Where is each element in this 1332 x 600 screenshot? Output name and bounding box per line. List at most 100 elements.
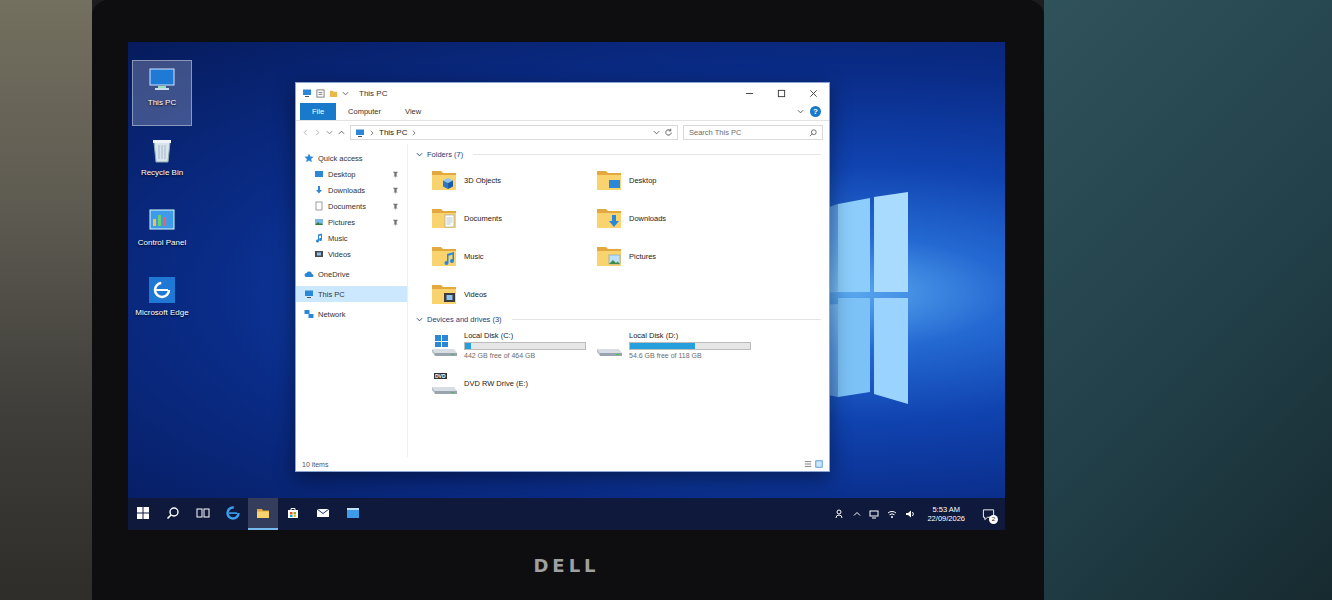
pin-icon[interactable]	[392, 171, 399, 178]
folder-label: 3D Objects	[464, 176, 501, 185]
folder-tile[interactable]: Desktop	[595, 161, 760, 199]
laptop: This PCRecycle BinControl PanelMicrosoft…	[92, 0, 1044, 600]
network-icon[interactable]	[869, 509, 879, 519]
taskbar-button[interactable]	[338, 498, 368, 530]
search-box[interactable]: Search This PC	[683, 125, 823, 140]
folder-tile[interactable]: Music	[430, 237, 595, 275]
downloads-folder-icon	[595, 204, 623, 232]
desktop-icon[interactable]: Microsoft Edge	[132, 270, 192, 336]
desktop-icon[interactable]: Control Panel	[132, 200, 192, 266]
minimize-icon	[745, 89, 754, 98]
drive-free: 442 GB free of 464 GB	[464, 352, 586, 359]
folder-tile[interactable]: Documents	[430, 199, 595, 237]
ribbon-tab[interactable]: View	[393, 103, 433, 120]
taskbar-button[interactable]	[308, 498, 338, 530]
sidebar-item-label: Videos	[328, 250, 351, 259]
desktop-icon-label: Control Panel	[138, 238, 186, 247]
close-icon	[809, 89, 818, 98]
clock[interactable]: 5:53 AM22/09/2026	[923, 505, 969, 524]
taskbar-button[interactable]	[248, 498, 278, 530]
volume-icon[interactable]	[905, 509, 915, 519]
address-bar[interactable]: This PC	[350, 125, 678, 140]
this-pc-icon	[355, 128, 365, 138]
downloads-icon	[314, 185, 324, 195]
back-icon	[302, 129, 309, 136]
taskbar-button[interactable]	[218, 498, 248, 530]
sidebar-item-label: This PC	[318, 290, 345, 299]
action-center-button[interactable]: 2	[977, 500, 999, 528]
collapse-icon	[416, 316, 423, 323]
details-view-icon[interactable]	[804, 460, 812, 468]
sidebar-item[interactable]: Documents	[296, 198, 407, 214]
network-icon	[304, 309, 314, 319]
photo: This PCRecycle BinControl PanelMicrosoft…	[0, 0, 1332, 600]
address-row: This PC Search This PC	[296, 121, 829, 144]
maximize-button[interactable]	[765, 83, 797, 103]
videos-folder-icon	[430, 280, 458, 308]
folder-tile[interactable]: Videos	[430, 275, 595, 313]
control-panel-icon	[147, 205, 177, 235]
taskbar-button[interactable]	[128, 498, 158, 530]
sidebar-item-label: Music	[328, 234, 348, 243]
notification-count: 2	[989, 515, 998, 524]
folder-tile[interactable]: Pictures	[595, 237, 760, 275]
people-icon[interactable]	[835, 509, 845, 519]
taskbar-button[interactable]	[188, 498, 218, 530]
sidebar-item[interactable]: Desktop	[296, 166, 407, 182]
sidebar-item[interactable]: Quick access	[296, 150, 407, 166]
caption-buttons	[733, 83, 829, 103]
sidebar-item-label: Pictures	[328, 218, 355, 227]
drive-tile[interactable]: Local Disk (D:)54.6 GB free of 118 GB	[595, 326, 760, 364]
taskbar-button[interactable]	[278, 498, 308, 530]
desktop-folder-icon	[595, 166, 623, 194]
desktop-icon[interactable]: This PC	[132, 60, 192, 126]
pin-icon[interactable]	[392, 219, 399, 226]
explorer-icon	[256, 506, 270, 520]
sidebar-item[interactable]: Network	[296, 306, 407, 322]
sidebar-item[interactable]: This PC	[296, 286, 407, 302]
status-bar: 10 items	[296, 457, 829, 471]
properties-icon[interactable]	[316, 89, 325, 98]
section-header[interactable]: Folders (7)	[416, 148, 821, 161]
folder-tile[interactable]: 3D Objects	[430, 161, 595, 199]
drive-info: Local Disk (D:)54.6 GB free of 118 GB	[629, 331, 751, 359]
drive-tile[interactable]: Local Disk (C:)442 GB free of 464 GB	[430, 326, 595, 364]
hidden-icons-icon	[853, 510, 861, 518]
drive-tile[interactable]: DVDDVD RW Drive (E:)	[430, 364, 595, 402]
section-title: Folders (7)	[427, 150, 463, 159]
system-drive-icon	[430, 331, 458, 359]
folder-tile[interactable]: Downloads	[595, 199, 760, 237]
help-button[interactable]: ?	[810, 106, 821, 117]
close-button[interactable]	[797, 83, 829, 103]
pin-icon[interactable]	[392, 203, 399, 210]
sidebar-item[interactable]: Pictures	[296, 214, 407, 230]
ribbon-tab[interactable]: File	[300, 103, 336, 120]
wifi-icon[interactable]	[887, 509, 897, 519]
desktop-icon[interactable]: Recycle Bin	[132, 130, 192, 196]
breadcrumb[interactable]: This PC	[379, 128, 407, 137]
drive-usage-fill	[465, 343, 471, 349]
sidebar-item[interactable]: OneDrive	[296, 266, 407, 282]
dvd-badge: DVD	[434, 373, 447, 379]
new-folder-icon[interactable]	[329, 89, 338, 98]
pin-icon[interactable]	[392, 187, 399, 194]
section-header[interactable]: Devices and drives (3)	[416, 313, 821, 326]
refresh-icon[interactable]	[664, 128, 673, 137]
tiles-view-icon[interactable]	[815, 460, 823, 468]
store-icon	[286, 506, 300, 520]
bottom-bezel: DELL	[128, 530, 1005, 600]
address-end	[653, 128, 673, 137]
content-pane: Folders (7) 3D Objects DesktopDocumentsDow…	[408, 144, 829, 457]
this-pc-icon	[304, 289, 314, 299]
taskbar-button[interactable]	[158, 498, 188, 530]
sidebar-item[interactable]: Videos	[296, 246, 407, 262]
sidebar-item[interactable]: Downloads	[296, 182, 407, 198]
drive-grid: Local Disk (C:)442 GB free of 464 GB Loca…	[416, 326, 821, 402]
sidebar-item[interactable]: Music	[296, 230, 407, 246]
breadcrumb-separator-icon	[411, 130, 417, 136]
ribbon-tab[interactable]: Computer	[336, 103, 393, 120]
nav-arrows	[302, 129, 345, 136]
drive-label: Local Disk (D:)	[629, 331, 751, 340]
edge-icon	[226, 506, 240, 520]
minimize-button[interactable]	[733, 83, 765, 103]
